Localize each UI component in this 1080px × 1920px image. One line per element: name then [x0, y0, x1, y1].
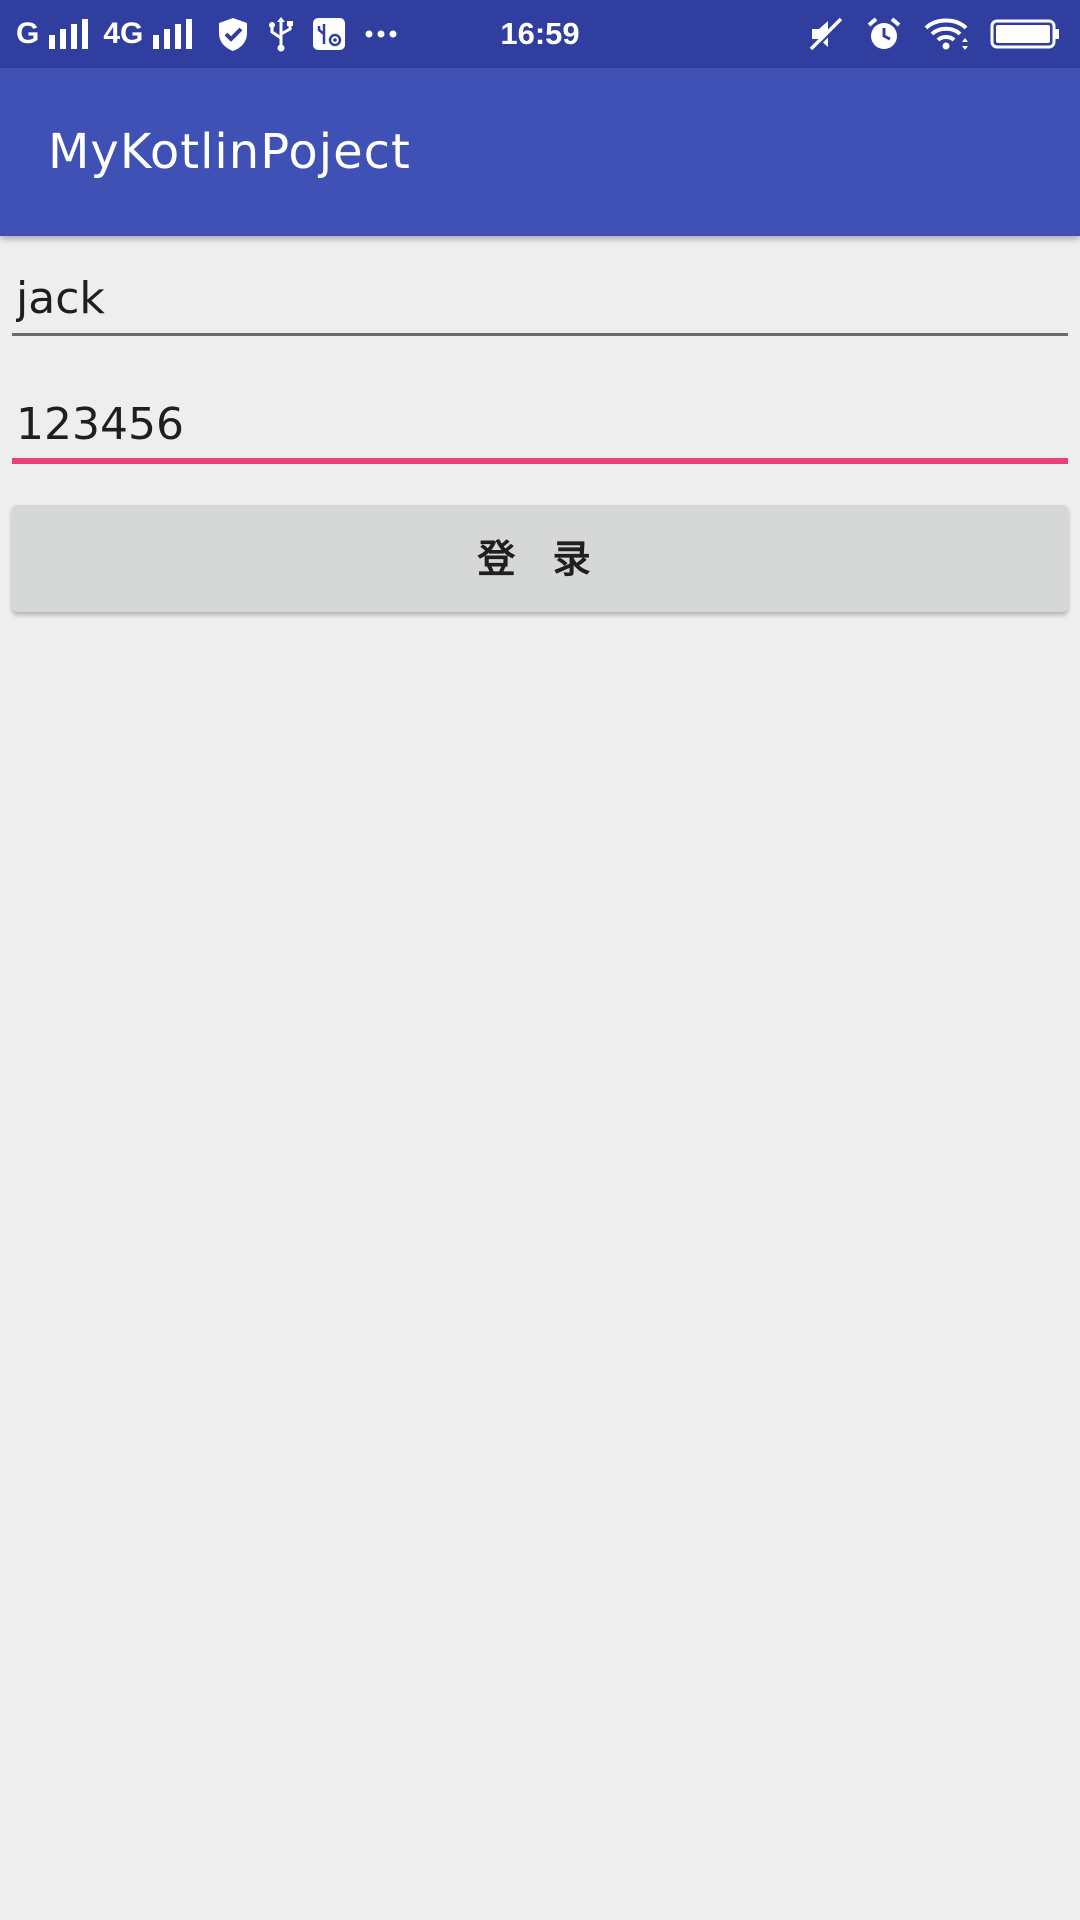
status-bar-left: G 4G [16, 0, 399, 68]
usb-settings-icon [311, 16, 347, 52]
app-bar: MyKotlinPoject [0, 68, 1080, 236]
signal-icon [151, 19, 193, 49]
username-input[interactable] [12, 264, 1068, 336]
password-input[interactable] [12, 390, 1068, 464]
battery-icon [990, 16, 1060, 52]
network-type-1: G [16, 17, 40, 50]
login-button[interactable]: 登 录 [12, 505, 1068, 612]
status-bar-right [808, 0, 1060, 68]
wifi-icon [924, 16, 968, 52]
signal-icon [47, 19, 89, 49]
alarm-icon [866, 16, 902, 52]
app-title: MyKotlinPoject [48, 124, 411, 180]
network-type-2: 4G [103, 17, 144, 50]
shield-icon [215, 16, 251, 52]
status-bar: G 4G 16:59 [0, 0, 1080, 68]
more-dots-icon [363, 16, 399, 52]
mute-icon [808, 16, 844, 52]
usb-icon [263, 16, 299, 52]
